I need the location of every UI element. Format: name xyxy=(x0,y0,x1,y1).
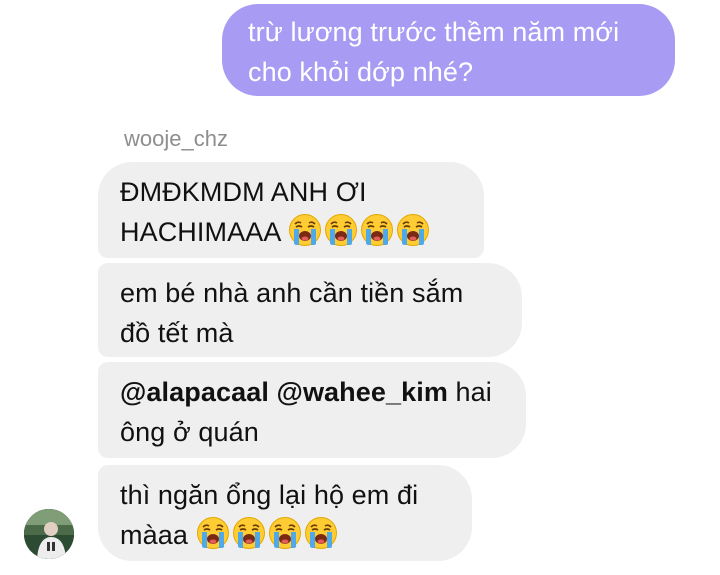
loudly-crying-face-icon xyxy=(268,516,302,550)
loudly-crying-face-icon xyxy=(360,213,394,247)
message-1-line2: HACHIMAAA xyxy=(120,217,280,247)
message-2-line2: đồ tết mà xyxy=(120,318,234,348)
loudly-crying-face-icon xyxy=(196,516,230,550)
message-1-line2-row: HACHIMAAA xyxy=(120,212,462,252)
message-3-line1-rest: hai xyxy=(447,377,492,407)
outgoing-message-line2: cho khỏi dớp nhé? xyxy=(248,57,474,87)
incoming-message-bubble-3[interactable]: @alapacaal @wahee_kim hai ông ở quán xyxy=(98,362,526,458)
message-4-line1: thì ngăn ổng lại hộ em đi xyxy=(120,480,419,510)
incoming-message-bubble-4[interactable]: thì ngăn ổng lại hộ em đi màaa xyxy=(98,465,472,561)
loudly-crying-face-icon xyxy=(288,213,322,247)
message-1-line1: ĐMĐKMDM ANH ƠI xyxy=(120,177,367,207)
mention-alapacaal[interactable]: @alapacaal xyxy=(120,377,269,407)
mention-wahee-kim[interactable]: @wahee_kim xyxy=(277,377,448,407)
loudly-crying-face-icon xyxy=(232,516,266,550)
message-3-line2: ông ở quán xyxy=(120,417,259,447)
message-2-line1: em bé nhà anh cần tiền sắm xyxy=(120,278,464,308)
message-4-line2-row: màaa xyxy=(120,515,450,555)
outgoing-message-bubble[interactable]: trừ lương trước thềm năm mới cho khỏi dớ… xyxy=(222,4,675,96)
message-4-line2: màaa xyxy=(120,520,188,550)
loudly-crying-face-icon xyxy=(324,213,358,247)
outgoing-message-line1: trừ lương trước thềm năm mới xyxy=(248,17,620,47)
emoji-group-1 xyxy=(288,214,432,247)
sender-name: wooje_chz xyxy=(124,126,228,151)
incoming-message-bubble-1[interactable]: ĐMĐKMDM ANH ƠI HACHIMAAA xyxy=(98,162,484,258)
emoji-group-4 xyxy=(196,517,340,550)
message-3-line1-row: @alapacaal @wahee_kim hai xyxy=(120,372,504,412)
loudly-crying-face-icon xyxy=(396,213,430,247)
loudly-crying-face-icon xyxy=(304,516,338,550)
incoming-message-bubble-2[interactable]: em bé nhà anh cần tiền sắm đồ tết mà xyxy=(98,263,522,357)
avatar[interactable] xyxy=(24,509,74,559)
